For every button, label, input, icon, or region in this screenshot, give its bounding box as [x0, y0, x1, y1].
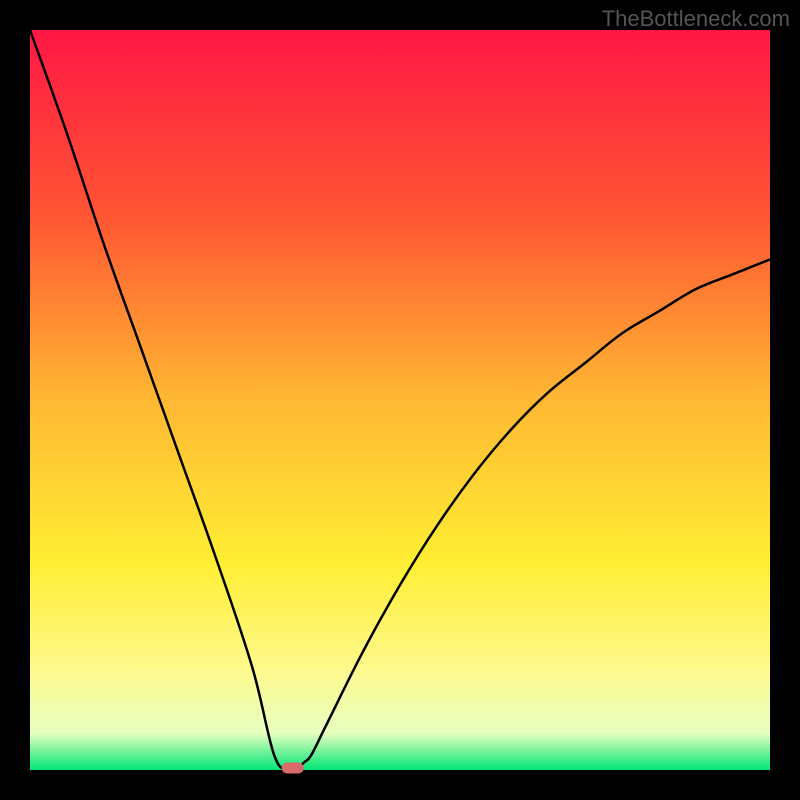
bottleneck-chart — [0, 0, 800, 800]
watermark-text: TheBottleneck.com — [602, 6, 790, 32]
plot-background — [30, 30, 770, 770]
chart-container: TheBottleneck.com — [0, 0, 800, 800]
optimal-marker — [282, 762, 304, 773]
